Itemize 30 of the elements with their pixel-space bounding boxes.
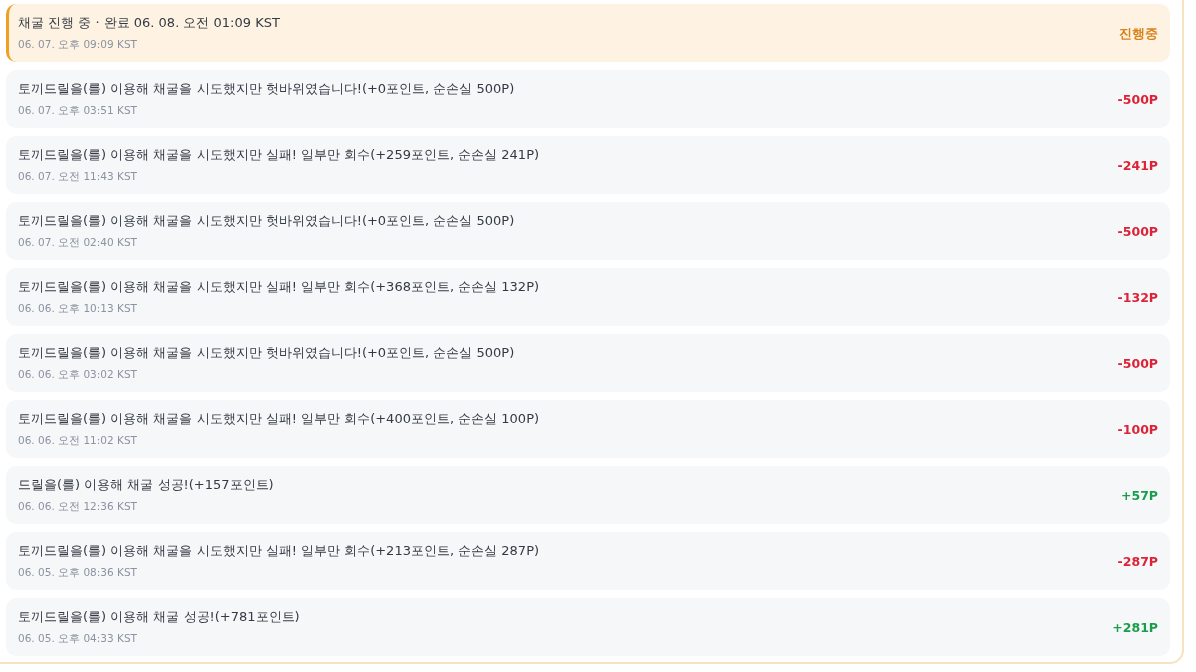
status-label: 진행중 — [1119, 26, 1158, 43]
point-change: -287P — [1117, 553, 1158, 569]
point-change: -500P — [1117, 223, 1158, 239]
entry-time: 06. 07. 오후 09:09 KST — [18, 38, 138, 52]
entry-title: 토끼드릴을(를) 이용해 채굴을 시도했지만 실패! 일부만 회수(+213포인트, 순손실 287P) — [18, 542, 540, 560]
entry-title: 토끼드릴을(를) 이용해 채굴을 시도했지만 헛바위였습니다!(+0포인트, 순손실 500P) — [18, 344, 515, 362]
entry-title: 토끼드릴을(를) 이용해 채굴을 시도했지만 헛바위였습니다!(+0포인트, 순손실 500P) — [18, 80, 515, 98]
entry-time: 06. 06. 오후 03:02 KST — [18, 368, 138, 382]
entry-time: 06. 06. 오전 12:36 KST — [18, 500, 138, 514]
entry-title: 토끼드릴을(를) 이용해 채굴 성공!(+781포인트) — [18, 608, 300, 626]
point-change: -241P — [1117, 157, 1158, 173]
entry-title: 드릴을(를) 이용해 채굴 성공!(+157포인트) — [18, 476, 274, 494]
entry-time: 06. 06. 오전 11:02 KST — [18, 434, 138, 448]
entry-time: 06. 07. 오전 02:40 KST — [18, 236, 138, 250]
entry-time: 06. 05. 오후 04:33 KST — [18, 632, 138, 646]
point-change: +57P — [1120, 487, 1158, 503]
entry-title: 채굴 진행 중 · 완료 06. 08. 오전 01:09 KST — [18, 14, 280, 32]
point-change: +281P — [1112, 619, 1158, 635]
entry-time: 06. 07. 오전 11:43 KST — [18, 170, 138, 184]
entry-title: 토끼드릴을(를) 이용해 채굴을 시도했지만 실패! 일부만 회수(+368포인트, 순손실 132P) — [18, 278, 540, 296]
entry-time: 06. 05. 오후 08:36 KST — [18, 566, 138, 580]
entry-title: 토끼드릴을(를) 이용해 채굴을 시도했지만 실패! 일부만 회수(+259포인트, 순손실 241P) — [18, 146, 540, 164]
entry-title: 토끼드릴을(를) 이용해 채굴을 시도했지만 헛바위였습니다!(+0포인트, 순손실 500P) — [18, 212, 515, 230]
entry-title: 토끼드릴을(를) 이용해 채굴을 시도했지만 실패! 일부만 회수(+400포인트, 순손실 100P) — [18, 410, 540, 428]
entry-time: 06. 07. 오후 03:51 KST — [18, 104, 138, 118]
entry-time: 06. 06. 오후 10:13 KST — [18, 302, 138, 316]
point-change: -500P — [1117, 91, 1158, 107]
point-change: -500P — [1117, 355, 1158, 371]
point-change: -100P — [1117, 421, 1158, 437]
point-change: -132P — [1117, 289, 1158, 305]
